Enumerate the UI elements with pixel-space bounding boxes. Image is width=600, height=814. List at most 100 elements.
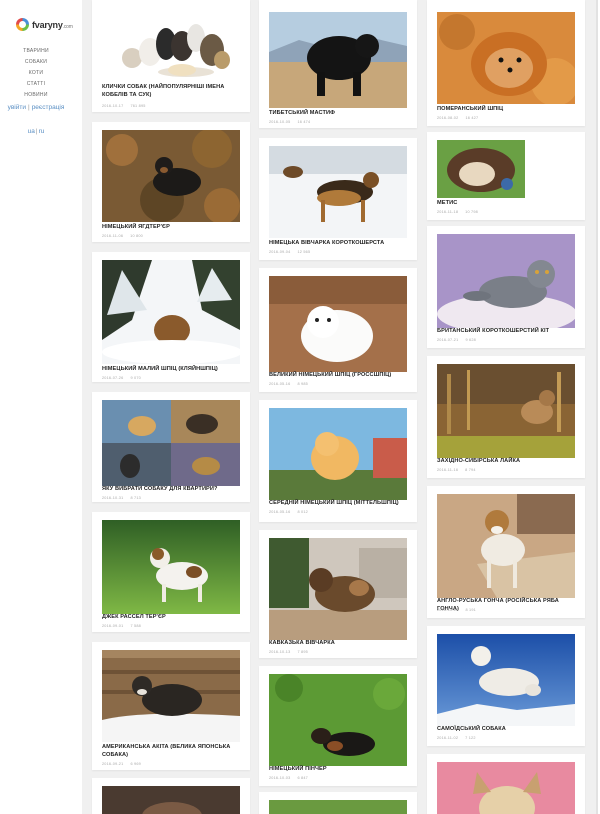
article-card[interactable]: Клички собак (найпопулярніші імена кобел… — [92, 0, 250, 112]
article-image-anglo-russian-hound[interactable] — [437, 494, 575, 598]
article-views: 12 565 — [297, 250, 311, 254]
article-views: 10 798 — [465, 210, 478, 214]
article-title[interactable]: Середній німецький шпіц (міттельшпіц) — [269, 500, 411, 508]
article-title[interactable]: Кавказька вівчарка — [269, 640, 411, 648]
article-date: 2016-10-03 — [269, 776, 291, 780]
article-title[interactable]: Тибетський мастиф — [269, 110, 411, 118]
article-card[interactable]: Тибетський мастиф 2016-10-05 16 474 — [259, 0, 417, 128]
article-title[interactable]: Яку вибрати собаку для квартири? — [102, 486, 244, 494]
article-views: 761 895 — [130, 104, 146, 108]
article-image-caucasian-shepherd[interactable] — [269, 538, 407, 640]
article-card[interactable]: Німецька вівчарка короткошерста 2016-09-… — [259, 138, 417, 260]
article-card[interactable]: Джек Рассел тер'єр 2016-09-01 7 588 — [92, 512, 250, 632]
article-meta: 2016-10-05 16 474 — [269, 120, 310, 124]
article-card[interactable] — [92, 778, 250, 814]
article-title[interactable]: Німецький пінчер — [269, 766, 411, 774]
article-meta: 2016-10-12 8 191 — [437, 608, 476, 612]
article-image-dog-pack[interactable] — [102, 8, 240, 80]
article-meta: 2016-10-31 8 713 — [102, 496, 141, 500]
article-title[interactable]: Німецька вівчарка короткошерста — [269, 240, 411, 248]
article-meta: 2016-07-26 9 070 — [102, 376, 141, 380]
article-title[interactable]: Метис — [437, 200, 579, 208]
article-date: 2016-11-16 — [437, 468, 459, 472]
article-card[interactable]: Німецький пінчер 2016-10-03 6 847 — [259, 666, 417, 786]
lang-ua-link[interactable]: ua — [28, 128, 35, 135]
article-card[interactable] — [259, 792, 417, 814]
article-image-jagdterrier[interactable] — [102, 130, 240, 222]
article-card[interactable]: Кавказька вівчарка 2016-10-13 7 895 — [259, 530, 417, 658]
article-image-apartment-dogs[interactable] — [102, 400, 240, 486]
article-title[interactable]: Померанський шпіц — [437, 106, 579, 114]
article-meta: 2016-09-01 7 588 — [102, 624, 141, 628]
article-image-mittelspitz[interactable] — [269, 408, 407, 500]
nav-item-dogs[interactable]: СОБАКИ — [0, 57, 72, 68]
article-card[interactable]: Яку вибрати собаку для квартири? 2016-10… — [92, 392, 250, 502]
nav-item-articles[interactable]: СТАТТІ — [0, 79, 72, 90]
article-title[interactable]: Самоїдський собака — [437, 726, 579, 734]
login-link[interactable]: увійти — [8, 104, 26, 111]
article-image-mixed-breed[interactable] — [437, 140, 525, 198]
article-date: 2016-10-05 — [269, 120, 291, 124]
article-title[interactable]: Американська акіта (велика японська соба… — [102, 744, 244, 759]
article-image-jack-russell[interactable] — [102, 520, 240, 614]
article-image-samoyed[interactable] — [437, 634, 575, 726]
article-card[interactable]: Американська акіта (велика японська соба… — [92, 642, 250, 770]
article-views: 16 474 — [297, 120, 311, 124]
article-image-grossspitz[interactable] — [269, 276, 407, 372]
article-date: 2016-07-21 — [437, 338, 459, 342]
article-image[interactable] — [269, 800, 407, 814]
article-title[interactable]: Британський короткошерстий кіт — [437, 328, 579, 336]
article-meta: 2016-08-02 16 427 — [437, 116, 478, 120]
article-meta: 2016-10-13 7 895 — [269, 650, 308, 654]
article-image-tibetan-mastiff[interactable] — [269, 12, 407, 108]
article-views: 16 427 — [465, 116, 479, 120]
article-meta: 2016-10-17 761 895 — [102, 104, 146, 108]
nav-item-news[interactable]: НОВИНИ — [0, 90, 72, 101]
article-image[interactable] — [102, 786, 240, 814]
article-card[interactable]: Померанський шпіц 2016-08-02 16 427 — [427, 0, 585, 126]
article-meta: 2016-11-16 8 794 — [437, 468, 476, 472]
article-date: 2016-10-31 — [102, 496, 124, 500]
nav-item-animals[interactable]: ТВАРИНИ — [0, 46, 72, 57]
site-logo[interactable]: fvaryny.com — [16, 18, 73, 31]
article-title[interactable]: Німецький малий шпіц (кляйншпіц) — [102, 366, 244, 374]
article-views: 10 800 — [130, 234, 143, 238]
article-title[interactable]: Великий німецький шпіц (гроссшпіц) — [269, 372, 411, 380]
article-card[interactable]: Середній німецький шпіц (міттельшпіц) 20… — [259, 400, 417, 522]
article-card[interactable]: Німецький малий шпіц (кляйншпіц) 2016-07… — [92, 252, 250, 382]
auth-separator: | — [27, 104, 30, 111]
article-card[interactable]: Самоїдський собака 2016-11-02 7 122 — [427, 626, 585, 746]
article-views: 9 628 — [465, 338, 476, 342]
article-card[interactable]: Метис 2016-11-18 10 798 — [427, 132, 585, 220]
lang-ru-link[interactable]: ru — [39, 128, 45, 135]
article-title[interactable]: Клички собак (найпопулярніші імена кобел… — [102, 84, 244, 99]
article-image-german-shepherd[interactable] — [269, 146, 407, 238]
article-meta: 2016-09-21 6 969 — [102, 762, 141, 766]
logo-suffix: .com — [62, 23, 73, 30]
nav-item-cats[interactable]: КОТИ — [0, 68, 72, 79]
article-image-west-siberian-laika[interactable] — [437, 364, 575, 458]
article-title[interactable]: Джек Рассел тер'єр — [102, 614, 244, 622]
right-border — [596, 0, 598, 814]
article-card[interactable]: Великий німецький шпіц (гроссшпіц) 2016-… — [259, 268, 417, 392]
article-card[interactable]: Англо-руська гонча (російська ряба гонча… — [427, 486, 585, 618]
article-image-british-shorthair[interactable] — [437, 234, 575, 328]
article-title[interactable]: Німецький ягдтер'єр — [102, 224, 244, 232]
article-card[interactable]: Британський короткошерстий кіт 2016-07-2… — [427, 226, 585, 348]
article-date: 2016-08-02 — [437, 116, 459, 120]
article-image-pomeranian[interactable] — [437, 12, 575, 104]
article-card[interactable] — [427, 754, 585, 814]
lang-separator: | — [35, 128, 38, 135]
article-meta: 2016-10-03 6 847 — [269, 776, 308, 780]
article-image-pinscher[interactable] — [269, 674, 407, 766]
article-title[interactable]: Західно-сибірська лайка — [437, 458, 579, 466]
article-image-american-akita[interactable] — [102, 650, 240, 742]
article-card[interactable]: Німецький ягдтер'єр 2016-11-06 10 800 — [92, 122, 250, 242]
language-switcher: ua|ru — [0, 128, 72, 135]
article-image[interactable] — [437, 762, 575, 814]
article-card[interactable]: Західно-сибірська лайка 2016-11-16 8 794 — [427, 356, 585, 478]
register-link[interactable]: реєстрація — [32, 104, 65, 111]
article-grid: Клички собак (найпопулярніші імена кобел… — [82, 0, 598, 814]
article-image-kleinspitz[interactable] — [102, 260, 240, 364]
logo-icon — [16, 18, 29, 31]
